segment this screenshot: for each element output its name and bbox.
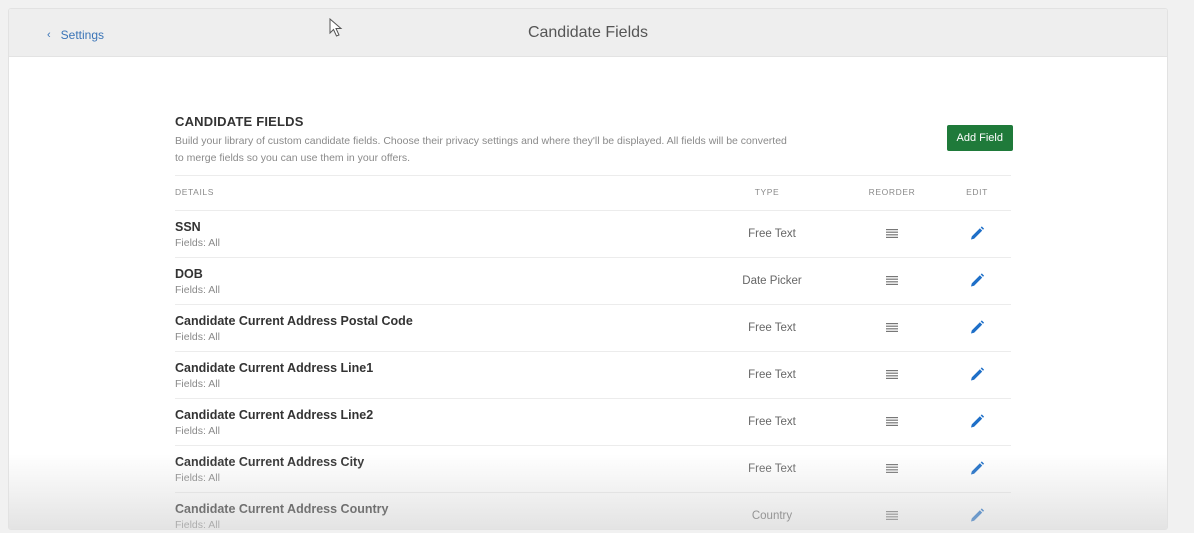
field-name: SSN <box>175 220 201 234</box>
drag-handle-icon[interactable] <box>886 511 898 520</box>
table-row: DOB Fields: All Date Picker <box>175 258 1011 305</box>
column-header-reorder: REORDER <box>868 187 916 197</box>
table-row: Candidate Current Address Country Fields… <box>175 493 1011 530</box>
field-visibility: Fields: All <box>175 519 220 530</box>
top-bar: ‹ Settings Candidate Fields <box>9 9 1167 57</box>
field-visibility: Fields: All <box>175 378 220 390</box>
pencil-icon[interactable] <box>970 320 985 335</box>
field-visibility: Fields: All <box>175 331 220 343</box>
candidate-fields-section: CANDIDATE FIELDS Build your library of c… <box>175 114 1013 530</box>
field-type: Country <box>751 510 793 522</box>
page-title: Candidate Fields <box>527 24 649 41</box>
table-header: DETAILS TYPE REORDER EDIT <box>175 175 1011 211</box>
field-type: Free Text <box>748 463 796 475</box>
column-header-type: TYPE <box>754 187 780 197</box>
table-row: Candidate Current Address Line1 Fields: … <box>175 352 1011 399</box>
column-header-details: DETAILS <box>175 187 214 197</box>
field-name: DOB <box>175 267 203 281</box>
drag-handle-icon[interactable] <box>886 417 898 426</box>
pencil-icon[interactable] <box>970 508 985 523</box>
field-type: Date Picker <box>742 275 802 287</box>
pencil-icon[interactable] <box>970 273 985 288</box>
app-window: ‹ Settings Candidate Fields CANDIDATE FI… <box>8 8 1168 530</box>
mouse-pointer-icon <box>329 18 343 37</box>
field-type: Free Text <box>748 228 796 240</box>
field-visibility: Fields: All <box>175 237 220 249</box>
field-name: Candidate Current Address Country <box>175 502 389 516</box>
fields-table: DETAILS TYPE REORDER EDIT SSN Fields: Al… <box>175 175 1011 530</box>
drag-handle-icon[interactable] <box>886 323 898 332</box>
drag-handle-icon[interactable] <box>886 370 898 379</box>
field-name: Candidate Current Address Postal Code <box>175 314 413 328</box>
table-row: SSN Fields: All Free Text <box>175 211 1011 258</box>
field-name: Candidate Current Address City <box>175 455 365 469</box>
pencil-icon[interactable] <box>970 226 985 241</box>
field-type: Free Text <box>748 416 796 428</box>
pencil-icon[interactable] <box>970 414 985 429</box>
drag-handle-icon[interactable] <box>886 464 898 473</box>
field-name: Candidate Current Address Line2 <box>175 408 374 422</box>
field-type: Free Text <box>748 369 796 381</box>
table-row: Candidate Current Address City Fields: A… <box>175 446 1011 493</box>
column-header-edit: EDIT <box>966 187 988 197</box>
section-description: Build your library of custom candidate f… <box>175 135 787 164</box>
field-visibility: Fields: All <box>175 472 220 484</box>
field-visibility: Fields: All <box>175 425 220 437</box>
drag-handle-icon[interactable] <box>886 229 898 238</box>
field-visibility: Fields: All <box>175 284 220 296</box>
add-field-button[interactable]: Add Field <box>946 125 1013 151</box>
field-name: Candidate Current Address Line1 <box>175 361 374 375</box>
pencil-icon[interactable] <box>970 367 985 382</box>
table-row: Candidate Current Address Line2 Fields: … <box>175 399 1011 446</box>
field-type: Free Text <box>748 322 796 334</box>
table-row: Candidate Current Address Postal Code Fi… <box>175 305 1011 352</box>
pencil-icon[interactable] <box>970 461 985 476</box>
section-title: CANDIDATE FIELDS <box>175 114 304 129</box>
drag-handle-icon[interactable] <box>886 276 898 285</box>
